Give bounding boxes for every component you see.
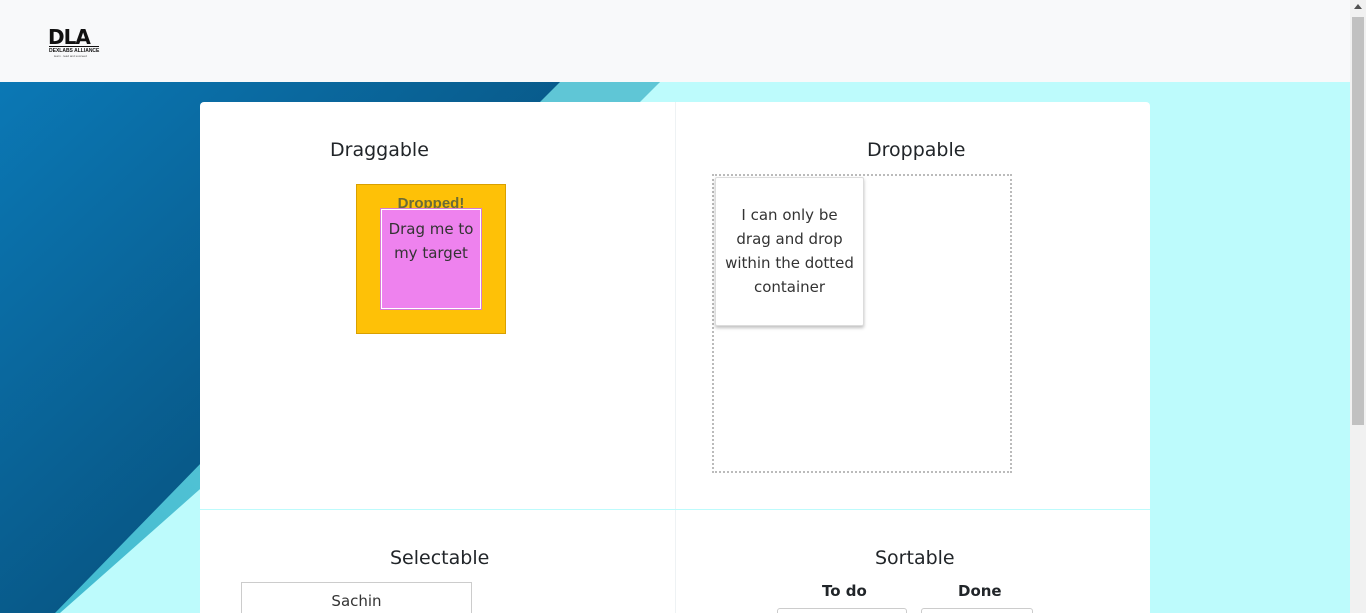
scroll-up-icon[interactable] (1354, 4, 1362, 9)
draggable-card[interactable]: I can only be drag and drop within the d… (715, 177, 864, 326)
logo-letters: DLA (48, 25, 91, 49)
column-header-todo: To do (822, 582, 867, 600)
droppable-title: Droppable (867, 139, 966, 161)
dla-logo[interactable]: DLA DEXLABS ALLIANCE learn · lead and su… (48, 26, 106, 60)
draggable-panel: Draggable Dropped! Drag me to my target (200, 102, 675, 509)
site-header: DLA DEXLABS ALLIANCE learn · lead and su… (0, 0, 1350, 82)
drag-me-box[interactable]: Drag me to my target (380, 208, 482, 310)
todo-column[interactable] (777, 608, 907, 613)
logo-tagline: learn · lead and succeed (54, 54, 87, 58)
selectable-panel: Selectable Sachin (200, 510, 675, 613)
droppable-panel: Droppable I can only be drag and drop wi… (675, 102, 1150, 509)
scroll-thumb[interactable] (1352, 17, 1364, 425)
draggable-title: Draggable (330, 139, 429, 161)
dotted-container: I can only be drag and drop within the d… (712, 174, 1012, 473)
column-header-done: Done (958, 582, 1002, 600)
sortable-title: Sortable (875, 547, 955, 569)
vertical-scrollbar[interactable] (1350, 0, 1366, 613)
selectable-title: Selectable (390, 547, 490, 569)
sortable-panel: Sortable To do Done (675, 510, 1150, 613)
logo-subtitle: DEXLABS ALLIANCE (49, 46, 100, 54)
selectable-item[interactable]: Sachin (241, 582, 472, 613)
done-column[interactable] (921, 608, 1033, 613)
